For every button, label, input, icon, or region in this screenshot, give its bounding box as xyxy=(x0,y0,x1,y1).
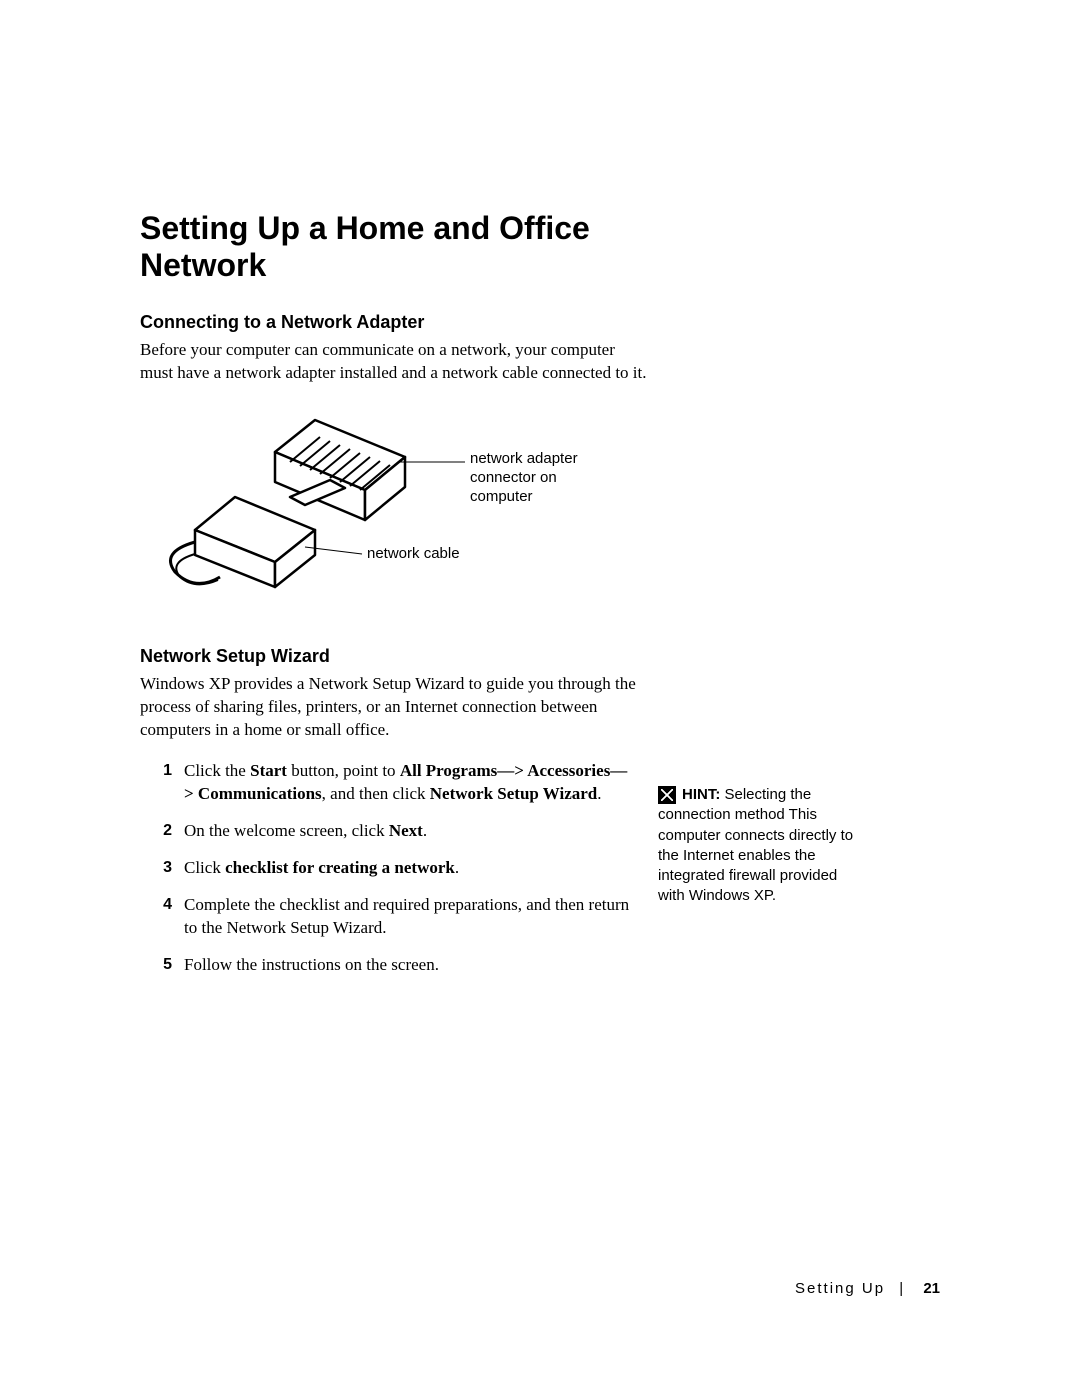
page-title: Setting Up a Home and Office Network xyxy=(140,210,650,284)
subheading-connecting: Connecting to a Network Adapter xyxy=(140,312,650,333)
network-adapter-figure: network adapter connector on computer ne… xyxy=(140,402,650,622)
t: Click xyxy=(184,858,225,877)
step-text: Complete the checklist and required prep… xyxy=(184,894,630,940)
step-text: On the welcome screen, click Next. xyxy=(184,820,630,843)
subheading-wizard: Network Setup Wizard xyxy=(140,646,650,667)
step-text: Click checklist for creating a network. xyxy=(184,857,630,880)
t: checklist for creating a network xyxy=(225,858,455,877)
t: Start xyxy=(250,761,287,780)
step-number: 3 xyxy=(140,857,184,880)
step-number: 4 xyxy=(140,894,184,940)
step-number: 5 xyxy=(140,954,184,977)
step-2: 2 On the welcome screen, click Next. xyxy=(140,820,630,843)
step-4: 4 Complete the checklist and required pr… xyxy=(140,894,630,940)
step-text: Follow the instructions on the screen. xyxy=(184,954,630,977)
t: Click the xyxy=(184,761,250,780)
t: On the welcome screen, click xyxy=(184,821,389,840)
paragraph-connecting: Before your computer can communicate on … xyxy=(140,339,650,385)
figure-label-cable: network cable xyxy=(367,545,460,564)
t: , and then click xyxy=(322,784,430,803)
t: Next xyxy=(389,821,423,840)
step-1: 1 Click the Start button, point to All P… xyxy=(140,760,630,806)
figure-label-adapter: network adapter connector on computer xyxy=(470,450,610,506)
t: . xyxy=(597,784,601,803)
step-5: 5 Follow the instructions on the screen. xyxy=(140,954,630,977)
page-footer: Setting Up | 21 xyxy=(795,1280,940,1297)
t: Network Setup Wizard xyxy=(430,784,598,803)
hint-sidebar: HINT: Selecting the connection method Th… xyxy=(658,785,858,907)
step-number: 1 xyxy=(140,760,184,806)
steps-list: 1 Click the Start button, point to All P… xyxy=(140,760,630,977)
t: . xyxy=(455,858,459,877)
footer-separator: | xyxy=(899,1280,903,1297)
footer-page-number: 21 xyxy=(923,1280,940,1297)
t: . xyxy=(423,821,427,840)
t: button, point to xyxy=(287,761,400,780)
network-adapter-illustration xyxy=(140,402,650,622)
step-number: 2 xyxy=(140,820,184,843)
footer-section: Setting Up xyxy=(795,1280,885,1297)
main-column: Setting Up a Home and Office Network Con… xyxy=(140,210,650,977)
document-page: Setting Up a Home and Office Network Con… xyxy=(0,0,1080,1397)
step-text: Click the Start button, point to All Pro… xyxy=(184,760,630,806)
pencil-icon xyxy=(658,786,676,804)
step-3: 3 Click checklist for creating a network… xyxy=(140,857,630,880)
hint-label: HINT: xyxy=(682,786,720,803)
paragraph-wizard: Windows XP provides a Network Setup Wiza… xyxy=(140,673,650,742)
